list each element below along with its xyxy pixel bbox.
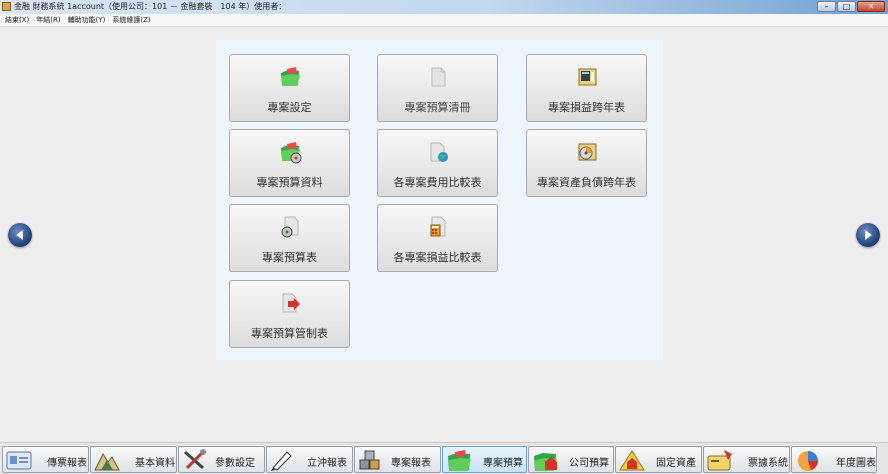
document-disc-icon: [281, 216, 298, 238]
folder-green-icon: [448, 450, 471, 471]
pen-icon: [271, 451, 292, 471]
calculator-report-icon: [578, 68, 596, 86]
tile-label: 專案預算管制表: [251, 327, 328, 340]
taskbar-basic-data[interactable]: 基本資料: [90, 446, 177, 473]
id-card-icon: [6, 451, 32, 470]
prev-page-button[interactable]: [8, 223, 32, 247]
document-arrow-icon: [282, 293, 300, 313]
menu-bar: 結束(X) 年結(R) 輔助功能(Y) 系統維護(Z): [0, 14, 888, 27]
taskbar-voucher-report[interactable]: 傳票報表: [2, 446, 89, 473]
taskbar-label: 固定資產: [656, 458, 696, 469]
document-globe-icon: [430, 142, 448, 162]
app-icon: [2, 2, 11, 11]
tile-profit-loss-multi-year[interactable]: 專案損益跨年表: [526, 54, 647, 122]
module-taskbar: 傳票報表 基本資料 參數設定 立沖報表 專案報表 專案預算 公司預算 固定資產 …: [0, 442, 888, 474]
tile-label: 專案預算資料: [256, 176, 323, 189]
tile-label: 專案預算清冊: [404, 101, 471, 114]
taskbar-parameter-settings[interactable]: 參數設定: [178, 446, 265, 473]
folder-disc-icon: [280, 142, 301, 164]
house-icon: [619, 450, 645, 471]
next-page-button[interactable]: [856, 223, 880, 247]
arrow-right-icon: [865, 230, 872, 240]
taskbar-notes-system[interactable]: 票據系統: [703, 446, 790, 473]
taskbar-label: 立沖報表: [307, 458, 347, 469]
tile-balance-sheet-multi-year[interactable]: 專案資產負債跨年表: [526, 129, 647, 197]
tile-label: 各專案損益比較表: [393, 251, 482, 264]
taskbar-offset-report[interactable]: 立沖報表: [266, 446, 353, 473]
folder-house-icon: [534, 453, 557, 471]
taskbar-label: 傳票報表: [47, 458, 87, 469]
taskbar-label: 基本資料: [135, 458, 175, 469]
document-gray-icon: [431, 67, 445, 87]
arrow-left-icon: [16, 230, 23, 240]
tile-profit-loss-comparison[interactable]: 各專案損益比較表: [377, 204, 498, 272]
taskbar-annual-charts[interactable]: 年度圖表: [791, 446, 877, 473]
menu-item-exit[interactable]: 結束(X): [5, 14, 29, 26]
taskbar-fixed-assets[interactable]: 固定資產: [615, 446, 702, 473]
taskbar-project-report[interactable]: 專案報表: [354, 446, 441, 473]
title-bar: 金融 財務系統 1account（使用公司：101 － 金融套裝 104 年）使…: [0, 0, 888, 14]
tile-label: 各專案費用比較表: [393, 176, 482, 189]
taskbar-label: 參數設定: [215, 458, 255, 469]
maximize-button[interactable]: □: [837, 1, 856, 12]
taskbar-label: 專案預算: [483, 458, 523, 469]
menu-item-year-end[interactable]: 年結(R): [36, 14, 60, 26]
taskbar-label: 專案報表: [391, 458, 431, 469]
tile-budget-data[interactable]: 專案預算資料: [229, 129, 350, 197]
minimize-button[interactable]: –: [817, 1, 836, 12]
window-title: 金融 財務系統 1account（使用公司：101 － 金融套裝 104 年）使…: [14, 2, 287, 11]
document-calculator-icon: [430, 216, 445, 237]
pie-chart-icon: [798, 451, 818, 471]
tile-label: 專案設定: [267, 101, 312, 114]
menu-item-maintenance[interactable]: 系統維護(Z): [112, 14, 150, 26]
tile-label: 專案資產負債跨年表: [537, 176, 636, 189]
folder-green-icon: [280, 67, 300, 86]
tile-budget-control[interactable]: 專案預算管制表: [229, 280, 350, 348]
tile-project-settings[interactable]: 專案設定: [229, 54, 350, 122]
menu-item-assist[interactable]: 輔助功能(Y): [68, 14, 106, 26]
tile-budget-list[interactable]: 專案預算清冊: [377, 54, 498, 122]
tile-budget-report[interactable]: 專案預算表: [229, 204, 350, 272]
tile-label: 專案損益跨年表: [548, 101, 625, 114]
tools-icon: [184, 449, 206, 470]
mountain-icon: [94, 452, 120, 471]
taskbar-label: 年度圖表: [836, 458, 876, 469]
card-tag-icon: [707, 450, 732, 471]
tile-label: 專案預算表: [262, 251, 317, 264]
taskbar-project-budget[interactable]: 專案預算: [442, 446, 527, 473]
close-button[interactable]: ✕: [857, 1, 885, 12]
disc-report-icon: [578, 143, 596, 161]
taskbar-label: 公司預算: [569, 458, 609, 469]
tile-expense-comparison[interactable]: 各專案費用比較表: [377, 129, 498, 197]
taskbar-label: 票據系統: [748, 458, 788, 469]
function-panel: 專案設定 專案預算清冊 專案損益跨年表 專案預算資料 各專案費用比較表 專案資產…: [216, 40, 663, 360]
taskbar-company-budget[interactable]: 公司預算: [528, 446, 614, 473]
cubes-icon: [359, 450, 380, 470]
